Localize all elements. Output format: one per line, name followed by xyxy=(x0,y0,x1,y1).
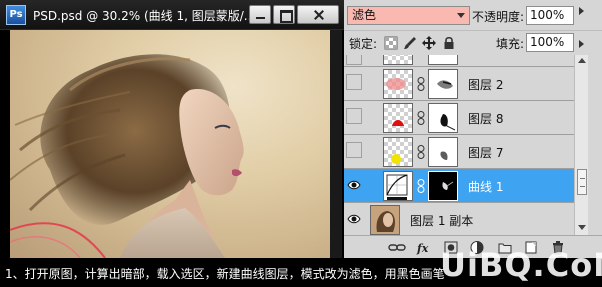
layer-thumbnail xyxy=(383,103,413,133)
link-icon[interactable] xyxy=(417,111,425,125)
blend-mode-value: 滤色 xyxy=(352,8,377,22)
document-titlebar[interactable]: Ps PSD.psd @ 30.2% (曲线 1, 图层蒙版/... xyxy=(0,0,344,30)
layer-thumbnail xyxy=(383,55,413,65)
layer-mask-thumbnail[interactable] xyxy=(428,103,458,133)
layer-row[interactable]: 图层 1 副本 xyxy=(344,203,574,235)
blend-mode-dropdown[interactable]: 滤色 xyxy=(347,6,470,25)
tutorial-caption: 1、打开原图，计算出暗部，载入选区，新建曲线图层，模式改为滤色，用黑色画笔 xyxy=(5,267,445,281)
opacity-field[interactable]: 100% xyxy=(526,6,574,25)
lock-row: 锁定: 填充: 100% xyxy=(344,30,602,54)
link-icon[interactable] xyxy=(417,145,425,159)
layer-row-partial[interactable] xyxy=(344,55,574,67)
lock-label: 锁定: xyxy=(349,37,378,51)
layer-mask-thumbnail[interactable] xyxy=(428,137,458,167)
layers-list: 图层 2 图层 8 图层 7 曲线 1 图层 1 副本 xyxy=(344,55,574,235)
canvas-vertical-scrollbar[interactable] xyxy=(330,30,342,258)
layer-row-selected[interactable]: 曲线 1 xyxy=(344,169,574,203)
layer-thumbnail xyxy=(383,69,413,99)
layer-row[interactable]: 图层 8 xyxy=(344,101,574,135)
link-icon[interactable] xyxy=(417,77,425,91)
lock-brush-icon[interactable] xyxy=(403,36,417,50)
scrollbar-thumb[interactable] xyxy=(577,169,587,195)
canvas-area[interactable] xyxy=(0,30,344,258)
eye-icon[interactable] xyxy=(347,212,361,226)
fill-slider-arrow-icon[interactable] xyxy=(579,40,584,48)
close-button[interactable] xyxy=(297,5,339,24)
window-controls xyxy=(249,5,339,25)
scroll-down-arrow-icon[interactable] xyxy=(578,225,586,230)
document-window: Ps PSD.psd @ 30.2% (曲线 1, 图层蒙版/... xyxy=(0,0,344,258)
visibility-toggle[interactable] xyxy=(346,55,362,65)
document-title: PSD.psd @ 30.2% (曲线 1, 图层蒙版/... xyxy=(33,9,256,23)
photoshop-app-icon: Ps xyxy=(6,5,26,25)
visibility-toggle[interactable] xyxy=(346,108,362,124)
layer-style-fx-icon[interactable]: fx xyxy=(416,240,432,255)
layer-row[interactable]: 图层 7 xyxy=(344,135,574,169)
fill-label: 填充: xyxy=(496,37,525,51)
layers-panel: 滤色 不透明度: 100% 锁定: 填充: 100% 图层 2 图层 8 图层 … xyxy=(344,0,602,258)
link-icon[interactable] xyxy=(417,179,425,193)
visibility-toggle[interactable] xyxy=(346,142,362,158)
maximize-button[interactable] xyxy=(273,5,295,24)
layer-thumbnail xyxy=(370,205,400,235)
lock-transparency-icon[interactable] xyxy=(384,36,398,50)
layer-thumbnail xyxy=(383,137,413,167)
site-watermark: UiBQ.CoM xyxy=(440,246,602,284)
layer-row[interactable]: 图层 2 xyxy=(344,67,574,101)
layer-mask-thumbnail[interactable] xyxy=(428,55,458,65)
scroll-up-arrow-icon[interactable] xyxy=(578,58,586,63)
blend-options-row: 滤色 不透明度: 100% xyxy=(344,0,602,30)
chevron-down-icon xyxy=(457,13,465,18)
layer-name: 曲线 1 xyxy=(468,180,504,194)
fill-field[interactable]: 100% xyxy=(526,33,574,52)
link-layers-icon[interactable] xyxy=(388,240,406,255)
curves-adjustment-thumbnail xyxy=(383,171,413,201)
opacity-slider-arrow-icon[interactable] xyxy=(579,7,584,15)
lock-all-icon[interactable] xyxy=(442,36,456,50)
layer-name: 图层 8 xyxy=(468,112,504,126)
visibility-toggle[interactable] xyxy=(346,74,362,90)
eye-icon[interactable] xyxy=(347,178,361,192)
layer-name: 图层 2 xyxy=(468,78,504,92)
layer-mask-thumbnail[interactable] xyxy=(428,171,458,201)
layer-mask-thumbnail[interactable] xyxy=(428,69,458,99)
layer-name: 图层 1 副本 xyxy=(410,214,474,228)
canvas-photo[interactable] xyxy=(10,30,330,258)
layers-scrollbar[interactable] xyxy=(574,55,588,235)
lock-move-icon[interactable] xyxy=(422,36,436,50)
minimize-button[interactable] xyxy=(249,5,271,24)
portrait-image xyxy=(10,54,244,258)
svg-text:fx: fx xyxy=(416,242,429,255)
opacity-label: 不透明度: xyxy=(472,10,525,24)
layer-name: 图层 7 xyxy=(468,146,504,160)
